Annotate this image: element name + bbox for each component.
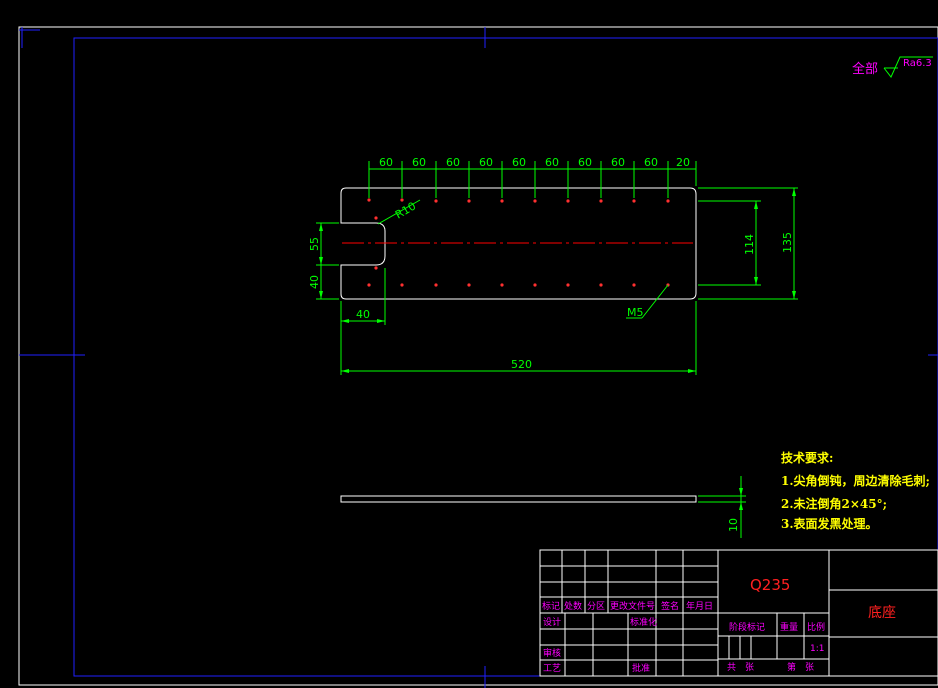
- pitch-label: 60: [412, 156, 426, 169]
- row-check: 审核: [543, 647, 561, 659]
- row-process: 工艺: [543, 663, 561, 674]
- pitch-label: 20: [676, 156, 690, 169]
- hole: [367, 198, 371, 202]
- slot-width-label: 55: [308, 237, 321, 251]
- tech-requirement-item: 2.未注倒角2×45°;: [781, 496, 887, 511]
- hole: [467, 199, 471, 203]
- pitch-label: 60: [578, 156, 592, 169]
- tech-requirements-title: 技术要求:: [781, 450, 833, 465]
- header-change-doc: 更改文件号: [610, 600, 655, 612]
- hole: [599, 283, 603, 287]
- roughness-value: Ra6.3: [903, 58, 932, 69]
- roughness-prefix: 全部: [852, 61, 878, 77]
- overall-width-label: 135: [781, 232, 794, 253]
- hole: [666, 199, 670, 203]
- hole: [632, 283, 636, 287]
- row-approve: 批准: [632, 662, 650, 674]
- centering-marks: [19, 27, 938, 688]
- scale-value: 1:1: [810, 644, 824, 654]
- bottom-hole-row: [367, 283, 670, 287]
- arrowheads: [319, 188, 796, 510]
- pitch-label: 60: [644, 156, 658, 169]
- tech-requirements: 技术要求: 1.尖角倒钝，周边清除毛刺; 2.未注倒角2×45°; 3.表面发黑…: [781, 450, 930, 531]
- pitch-label: 60: [545, 156, 559, 169]
- slot-offset-label: 40: [308, 275, 321, 289]
- hole: [500, 199, 504, 203]
- hole: [434, 283, 438, 287]
- pitch-label: 60: [479, 156, 493, 169]
- pitch-label: 60: [446, 156, 460, 169]
- hole: [566, 199, 570, 203]
- thread-label: M5: [627, 306, 644, 319]
- material: Q235: [750, 576, 790, 594]
- scale: 比例: [807, 621, 825, 633]
- hole: [400, 283, 404, 287]
- outer-border: [18, 26, 938, 686]
- slot-depth-label: 40: [356, 308, 370, 321]
- thickness-label: 10: [727, 518, 740, 532]
- side-view-plate: [340, 495, 697, 503]
- hole: [374, 216, 378, 220]
- weight: 重量: [780, 621, 798, 633]
- hole: [467, 283, 471, 287]
- hole: [367, 283, 371, 287]
- hole: [599, 199, 603, 203]
- row-standard: 标准化: [630, 616, 657, 628]
- row-design: 设计: [543, 616, 561, 628]
- tech-requirement-item: 1.尖角倒钝，周边清除毛刺;: [781, 473, 930, 488]
- hole: [632, 199, 636, 203]
- pitch-label: 60: [512, 156, 526, 169]
- tech-requirement-item: 3.表面发黑处理。: [781, 516, 878, 531]
- dimension-lines: [316, 161, 798, 538]
- overall-length-label: 520: [511, 358, 532, 371]
- header-signature: 签名: [661, 600, 679, 612]
- hole: [533, 283, 537, 287]
- hole: [400, 198, 404, 202]
- sheets-total: 共 张: [727, 662, 754, 673]
- pitch-label: 60: [611, 156, 625, 169]
- part-name: 底座: [868, 605, 896, 621]
- header-date: 年月日: [686, 600, 713, 612]
- plan-view: [340, 187, 697, 300]
- header-zone: 分区: [587, 601, 605, 612]
- hole: [533, 199, 537, 203]
- stage-mark: 阶段标记: [729, 621, 765, 633]
- hole: [500, 283, 504, 287]
- cad-drawing-canvas: 全部 Ra6.3 60 60 60 60 60 60 60 60 60 20 5…: [18, 26, 938, 688]
- roughness-symbol: 全部 Ra6.3: [852, 56, 933, 78]
- header-mark: 标记: [542, 600, 560, 612]
- inner-frame: [73, 37, 938, 677]
- dimension-texts: 60 60 60 60 60 60 60 60 60 20 520 40 55 …: [308, 156, 794, 532]
- hole: [434, 199, 438, 203]
- hole-span-label: 114: [743, 234, 756, 255]
- pitch-label: 60: [379, 156, 393, 169]
- header-count: 处数: [564, 600, 582, 612]
- hole: [374, 266, 378, 270]
- hole: [566, 283, 570, 287]
- sheet-no: 第 张: [787, 661, 814, 673]
